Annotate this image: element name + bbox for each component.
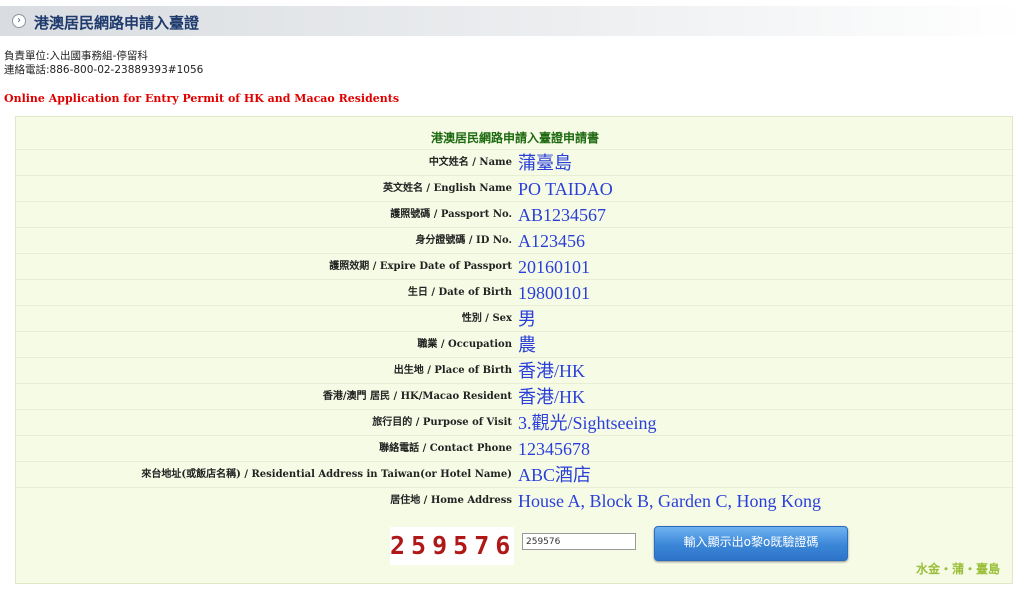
field-value: 20160101 (518, 257, 590, 277)
field-value: A123456 (518, 231, 585, 251)
field-label: 中文姓名 / Name (428, 157, 512, 168)
field-value: 12345678 (518, 439, 590, 459)
form-row-id-no: 身分證號碼 / ID No. A123456 (16, 227, 1014, 254)
form-row-name: 中文姓名 / Name 蒲臺島 (16, 149, 1014, 176)
field-label: 出生地 / Place of Birth (393, 365, 512, 376)
form-title: 港澳居民網路申請入臺證申請書 (430, 131, 599, 145)
watermark: 水金・蒲・臺島 (915, 562, 1000, 576)
header-bar: › 港澳居民網路申請入臺證 (0, 6, 1024, 36)
field-label: 身分證號碼 / ID No. (415, 235, 512, 246)
responsible-unit: 負責單位:入出國事務組-停留科 (4, 50, 148, 62)
captcha-image: 259576 (390, 527, 514, 565)
field-value: ABC酒店 (518, 465, 592, 485)
form-row-contact-phone: 聯絡電話 / Contact Phone 12345678 (16, 435, 1014, 462)
form-row-passport-expiry: 護照效期 / Expire Date of Passport 20160101 (16, 253, 1014, 280)
field-label: 護照效期 / Expire Date of Passport (329, 261, 512, 272)
form-row-occupation: 職業 / Occupation 農 (16, 331, 1014, 358)
form-row-resident: 香港/澳門 居民 / HK/Macao Resident 香港/HK (16, 383, 1014, 410)
field-label: 生日 / Date of Birth (407, 287, 512, 298)
field-label: 香港/澳門 居民 / HK/Macao Resident (322, 391, 512, 402)
captcha-input[interactable] (522, 533, 636, 550)
field-label: 聯絡電話 / Contact Phone (379, 443, 512, 454)
field-label: 來台地址(或飯店名稱) / Residential Address in Tai… (141, 469, 512, 480)
form-row-date-of-birth: 生日 / Date of Birth 19800101 (16, 279, 1014, 306)
form-row-passport-no: 護照號碼 / Passport No. AB1234567 (16, 201, 1014, 228)
form-row-purpose-of-visit: 旅行目的 / Purpose of Visit 3.觀光/Sightseeing (16, 409, 1014, 436)
field-value: PO TAIDAO (518, 179, 613, 199)
page-title: 港澳居民網路申請入臺證 (34, 14, 200, 32)
submit-captcha-button[interactable]: 輸入顯示出o黎o既驗證碼 (654, 526, 848, 561)
form-row-english-name: 英文姓名 / English Name PO TAIDAO (16, 175, 1014, 202)
form-row-address-in-taiwan: 來台地址(或飯店名稱) / Residential Address in Tai… (16, 461, 1014, 488)
field-value: House A, Block B, Garden C, Hong Kong (518, 491, 821, 511)
field-value: 男 (518, 309, 536, 329)
field-value: 農 (518, 335, 536, 355)
field-label: 居住地 / Home Address (390, 495, 512, 506)
chevron-right-icon: › (12, 14, 26, 28)
field-value: 香港/HK (518, 387, 585, 407)
field-value: AB1234567 (518, 205, 607, 225)
field-label: 性別 / Sex (461, 313, 512, 324)
field-value: 香港/HK (518, 361, 585, 381)
contact-phone: 連絡電話:886-800-02-23889393#1056 (4, 64, 204, 76)
field-value: 3.觀光/Sightseeing (518, 413, 657, 433)
contact-info: 負責單位:入出國事務組-停留科 連絡電話:886-800-02-23889393… (4, 49, 203, 77)
form-row-place-of-birth: 出生地 / Place of Birth 香港/HK (16, 357, 1014, 384)
application-form: 港澳居民網路申請入臺證申請書 中文姓名 / Name 蒲臺島 英文姓名 / En… (15, 116, 1014, 584)
online-application-title: Online Application for Entry Permit of H… (4, 92, 400, 105)
field-value: 蒲臺島 (518, 153, 572, 173)
field-label: 英文姓名 / English Name (382, 183, 512, 194)
form-row-sex: 性別 / Sex 男 (16, 305, 1014, 332)
field-label: 職業 / Occupation (417, 339, 512, 350)
field-value: 19800101 (518, 283, 590, 303)
field-label: 旅行目的 / Purpose of Visit (372, 417, 512, 428)
field-label: 護照號碼 / Passport No. (390, 209, 512, 220)
form-row-home-address: 居住地 / Home Address House A, Block B, Gar… (16, 487, 1014, 514)
